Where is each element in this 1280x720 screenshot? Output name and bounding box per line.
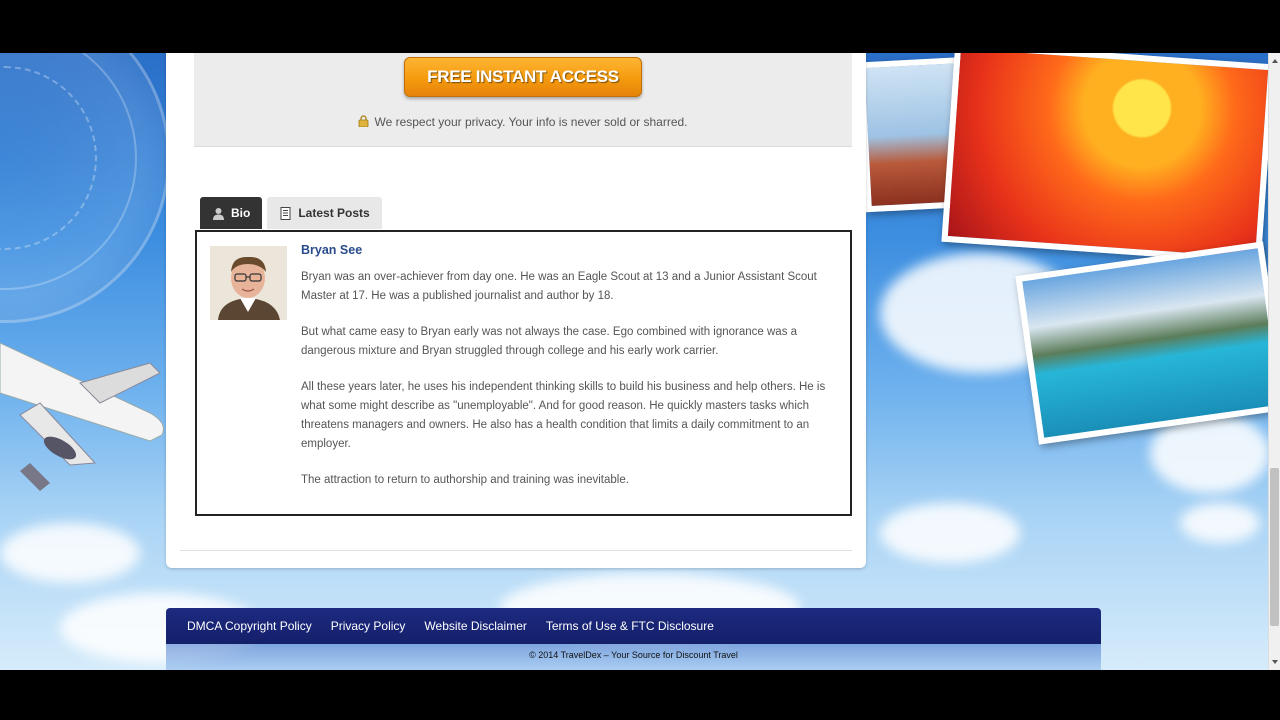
- author-name[interactable]: Bryan See: [301, 243, 362, 257]
- footer-copyright: © 2014 TravelDex – Your Source for Disco…: [166, 644, 1101, 670]
- tab-latest-posts[interactable]: Latest Posts: [267, 197, 382, 229]
- sunset-photo: [941, 53, 1268, 264]
- content-card: FREE INSTANT ACCESS We respect your priv…: [166, 53, 866, 568]
- bio-paragraph: Bryan was an over-achiever from day one.…: [301, 271, 817, 302]
- bio-paragraph: All these years later, he uses his indep…: [301, 381, 826, 450]
- author-bio-box: Bryan See Bryan was an over-achiever fro…: [195, 230, 852, 516]
- cloud-decoration: [0, 523, 140, 583]
- lock-icon: [359, 115, 369, 127]
- scroll-down-arrow-icon[interactable]: [1270, 656, 1280, 668]
- compass-decoration: [0, 53, 170, 323]
- author-tabs: Bio Latest Posts: [200, 197, 382, 229]
- footer-nav: DMCA Copyright Policy Privacy Policy Web…: [166, 608, 1101, 644]
- tab-bio-label: Bio: [231, 206, 251, 220]
- airplane-image: [0, 343, 164, 491]
- bio-paragraph: The attraction to return to authorship a…: [301, 474, 629, 486]
- author-photo: [210, 246, 287, 320]
- cloud-decoration: [1180, 503, 1260, 543]
- scroll-up-arrow-icon[interactable]: [1270, 55, 1280, 67]
- footer-link-dmca[interactable]: DMCA Copyright Policy: [187, 619, 312, 633]
- cloud-decoration: [880, 503, 1020, 563]
- footer-link-terms[interactable]: Terms of Use & FTC Disclosure: [546, 619, 714, 633]
- divider: [180, 550, 852, 551]
- privacy-text: We respect your privacy. Your info is ne…: [374, 115, 688, 129]
- privacy-notice: We respect your privacy. Your info is ne…: [194, 115, 852, 129]
- free-access-button[interactable]: FREE INSTANT ACCESS: [404, 57, 642, 97]
- tab-bio[interactable]: Bio: [200, 197, 263, 229]
- letterbox-bottom: [0, 670, 1280, 720]
- bio-paragraph: But what came easy to Bryan early was no…: [301, 326, 798, 357]
- page-viewport: FREE INSTANT ACCESS We respect your priv…: [0, 53, 1268, 670]
- letterbox-top: [0, 0, 1280, 53]
- document-icon: [280, 206, 291, 220]
- avatar: [210, 246, 287, 320]
- footer-link-privacy[interactable]: Privacy Policy: [331, 619, 406, 633]
- scroll-thumb[interactable]: [1270, 468, 1279, 626]
- user-icon: [213, 207, 224, 220]
- optin-box: FREE INSTANT ACCESS We respect your priv…: [194, 53, 852, 147]
- footer-link-disclaimer[interactable]: Website Disclaimer: [424, 619, 526, 633]
- vertical-scrollbar[interactable]: [1268, 53, 1280, 670]
- author-bio: Bryan was an over-achiever from day one.…: [301, 268, 831, 507]
- mountain-lake-photo: [1015, 241, 1268, 445]
- tab-latest-posts-label: Latest Posts: [298, 206, 370, 220]
